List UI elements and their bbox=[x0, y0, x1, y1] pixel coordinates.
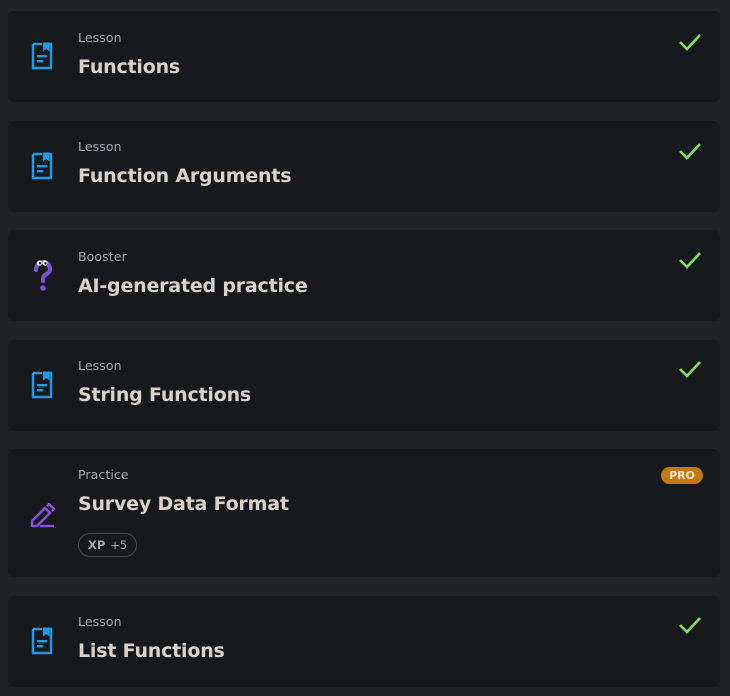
lesson-icon bbox=[28, 150, 56, 182]
item-type-label: Lesson bbox=[78, 30, 122, 45]
xp-label: XP bbox=[88, 538, 106, 552]
list-item-ai-generated-practice[interactable]: Booster AI-generated practice bbox=[8, 230, 720, 321]
completed-check-icon bbox=[678, 141, 702, 161]
lesson-icon bbox=[28, 40, 56, 72]
item-title: AI-generated practice bbox=[78, 275, 308, 297]
lesson-icon bbox=[28, 625, 56, 657]
pro-badge: PRO bbox=[661, 467, 703, 484]
item-type-label: Lesson bbox=[78, 358, 122, 373]
booster-question-icon bbox=[28, 259, 56, 292]
item-title: String Functions bbox=[78, 384, 252, 406]
item-title: Functions bbox=[78, 56, 181, 78]
lesson-icon bbox=[28, 369, 56, 401]
xp-reward-pill: XP +5 bbox=[78, 533, 138, 557]
list-item-functions[interactable]: Lesson Functions bbox=[8, 11, 720, 102]
completed-check-icon bbox=[678, 250, 702, 270]
item-title: Function Arguments bbox=[78, 165, 292, 187]
completed-check-icon bbox=[678, 32, 702, 52]
item-type-label: Practice bbox=[78, 467, 129, 482]
list-item-survey-data-format[interactable]: Practice Survey Data Format PRO XP +5 bbox=[8, 449, 720, 577]
xp-value: +5 bbox=[110, 538, 128, 552]
list-item-list-functions[interactable]: Lesson List Functions bbox=[8, 596, 720, 687]
completed-check-icon bbox=[678, 359, 702, 379]
item-type-label: Lesson bbox=[78, 139, 122, 154]
list-item-function-arguments[interactable]: Lesson Function Arguments bbox=[8, 121, 720, 212]
item-title: List Functions bbox=[78, 640, 225, 662]
item-title: Survey Data Format bbox=[78, 493, 289, 515]
item-type-label: Booster bbox=[78, 249, 127, 264]
list-item-string-functions[interactable]: Lesson String Functions bbox=[8, 340, 720, 431]
completed-check-icon bbox=[678, 615, 702, 635]
practice-pencil-icon bbox=[28, 498, 56, 530]
item-type-label: Lesson bbox=[78, 614, 122, 629]
